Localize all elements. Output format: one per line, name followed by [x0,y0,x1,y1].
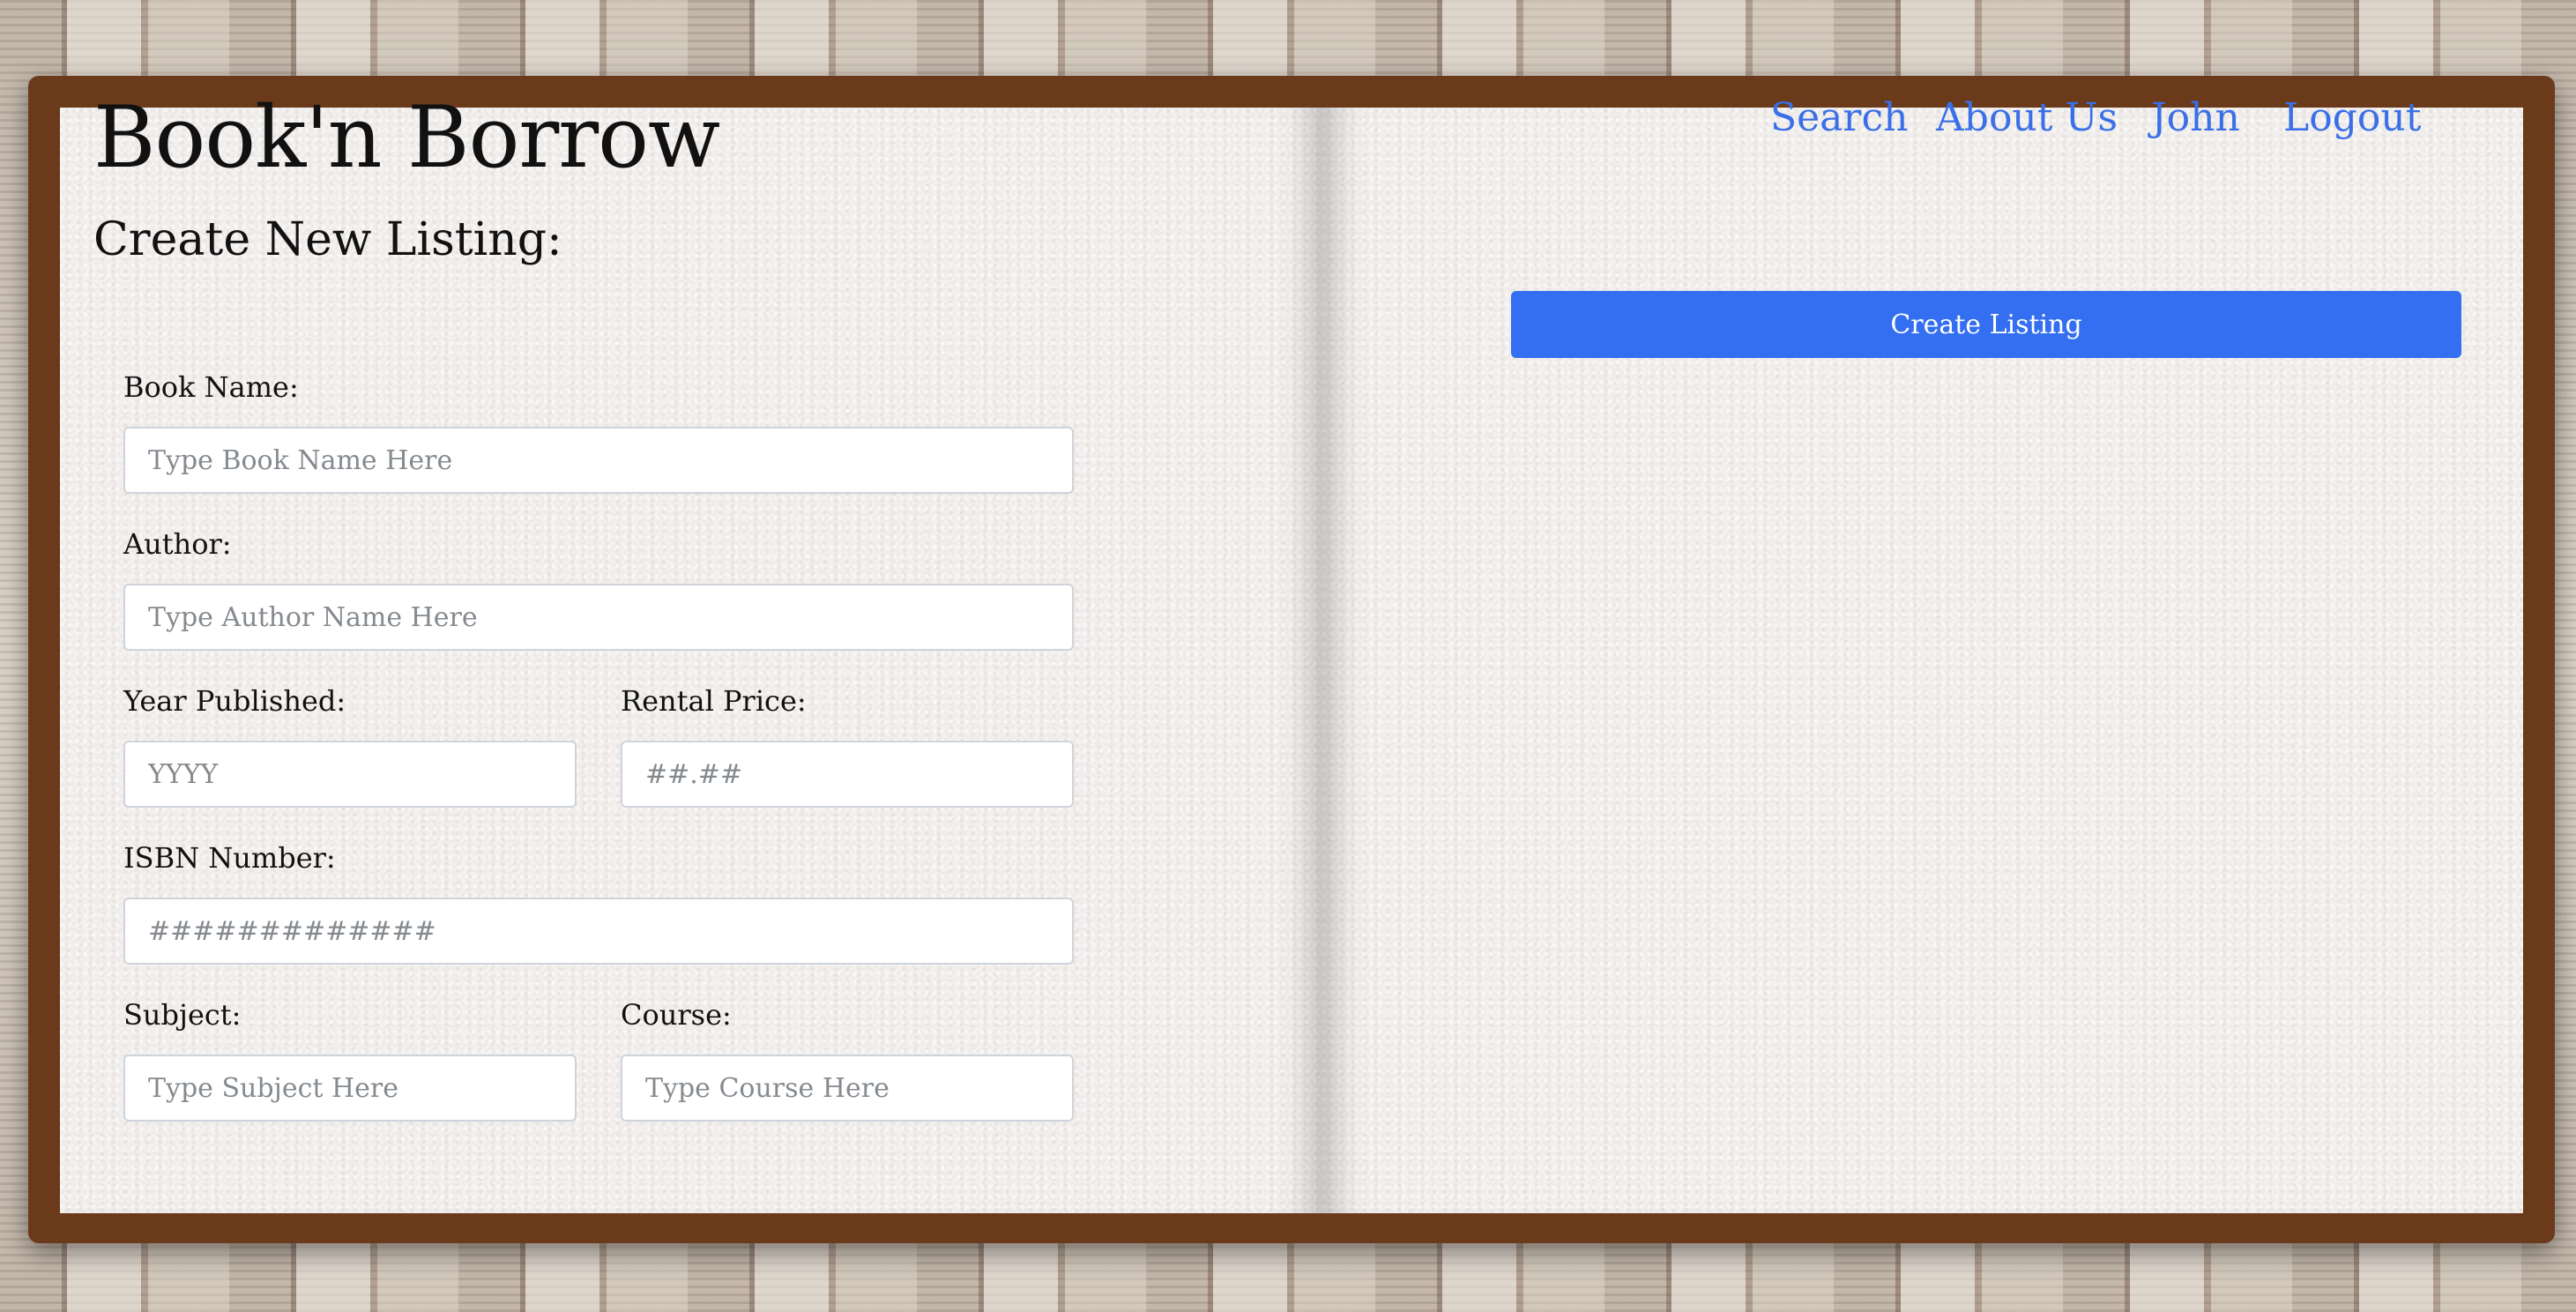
book-name-input[interactable] [123,427,1074,494]
isbn-label: ISBN Number: [123,841,336,875]
isbn-input[interactable] [123,898,1074,965]
book-name-label: Book Name: [123,370,299,404]
left-page [60,108,1326,1213]
course-label: Course: [621,998,732,1032]
rental-price-label: Rental Price: [621,684,807,718]
author-input[interactable] [123,584,1074,651]
author-label: Author: [123,527,232,561]
app-title: Book'n Borrow [93,88,720,187]
subject-label: Subject: [123,998,242,1032]
nav-user-link[interactable]: John [2151,95,2240,140]
form-title: Create New Listing: [93,213,562,266]
year-published-input[interactable] [123,741,577,808]
year-published-label: Year Published: [123,684,346,718]
create-listing-button[interactable]: Create Listing [1511,291,2461,358]
rental-price-input[interactable] [621,741,1074,808]
nav-search-link[interactable]: Search [1770,95,1908,140]
nav-logout-link[interactable]: Logout [2283,95,2421,140]
course-input[interactable] [621,1055,1074,1122]
nav-about-us-link[interactable]: About Us [1936,95,2118,140]
subject-input[interactable] [123,1055,577,1122]
right-page [1322,108,2523,1213]
